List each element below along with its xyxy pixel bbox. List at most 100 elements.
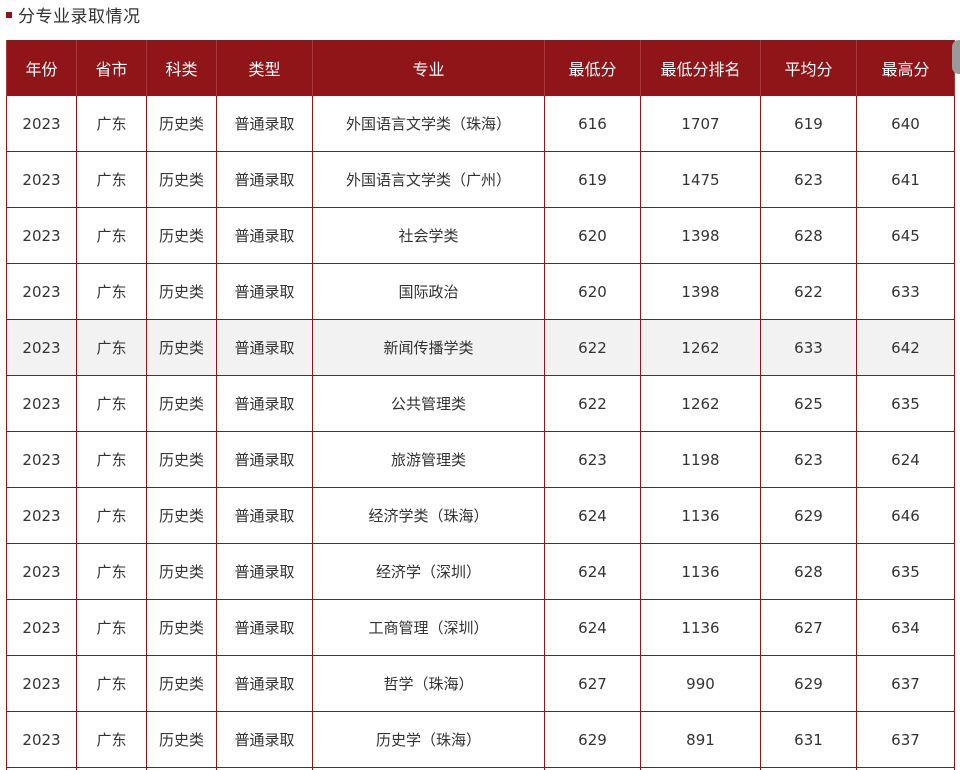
cell-min-score-rank: 1136 — [640, 543, 761, 600]
cell-subject-category: 历史类 — [146, 151, 217, 208]
header-max-score[interactable]: 最高分 — [856, 40, 955, 96]
cell-avg-score: 627 — [760, 599, 857, 656]
cell-subject-category: 历史类 — [146, 599, 217, 656]
header-major[interactable]: 专业 — [312, 40, 545, 96]
cell-subject-category: 历史类 — [146, 319, 217, 376]
cell-major: 工商管理（深圳） — [312, 599, 545, 656]
cell-subject-category: 历史类 — [146, 263, 217, 320]
cell-min-score-rank: 1136 — [640, 487, 761, 544]
cell-year: 2023 — [6, 207, 77, 264]
cell-admission-type: 普通录取 — [216, 151, 313, 208]
admission-table-container: 年份 省市 科类 类型 专业 最低分 最低分排名 平均分 最高分 2023 广东历… — [6, 40, 955, 770]
cell-avg-score: 628 — [760, 207, 857, 264]
cell-major: 新闻传播学类 — [312, 319, 545, 376]
title-marker-icon — [6, 12, 12, 18]
cell-province: 广东 — [76, 655, 147, 712]
cell-min-score: 622 — [544, 319, 641, 376]
table-row: 2023 广东 历史类 普通录取 外国语言文学类（珠海） 616 1707 619 640 — [6, 96, 955, 152]
table-row: 2023 广东 历史类 普通录取 国际政治 620 1398 622 633 — [6, 263, 955, 320]
cell-admission-type: 普通录取 — [216, 96, 313, 152]
scrollbar-handle[interactable] — [952, 40, 960, 74]
cell-province: 广东 — [76, 96, 147, 152]
cell-year: 2023 — [6, 151, 77, 208]
cell-admission-type: 普通录取 — [216, 431, 313, 488]
table-header-row: 年份 省市 科类 类型 专业 最低分 最低分排名 平均分 最高分 — [6, 40, 955, 96]
cell-province: 广东 — [76, 431, 147, 488]
cell-major: 哲学（珠海） — [312, 655, 545, 712]
cell-min-score: 629 — [544, 711, 641, 768]
cell-year: 2023 — [6, 431, 77, 488]
cell-year: 2023 — [6, 655, 77, 712]
cell-avg-score: 622 — [760, 263, 857, 320]
cell-admission-type: 普通录取 — [216, 319, 313, 376]
cell-province: 广东 — [76, 543, 147, 600]
cell-subject-category: 历史类 — [146, 375, 217, 432]
cell-avg-score: 623 — [760, 431, 857, 488]
cell-province: 广东 — [76, 151, 147, 208]
header-avg-score[interactable]: 平均分 — [760, 40, 857, 96]
cell-max-score: 641 — [856, 151, 955, 208]
cell-min-score-rank: 1262 — [640, 375, 761, 432]
cell-major: 外国语言文学类（珠海） — [312, 96, 545, 152]
header-min-score[interactable]: 最低分 — [544, 40, 641, 96]
cell-avg-score: 629 — [760, 655, 857, 712]
cell-admission-type: 普通录取 — [216, 599, 313, 656]
cell-admission-type: 普通录取 — [216, 375, 313, 432]
cell-avg-score: 619 — [760, 96, 857, 152]
cell-subject-category: 历史类 — [146, 487, 217, 544]
table-row: 2023 广东 历史类 普通录取 哲学（珠海） 627 990 629 637 — [6, 655, 955, 712]
cell-min-score: 624 — [544, 599, 641, 656]
cell-admission-type: 普通录取 — [216, 543, 313, 600]
cell-min-score-rank: 1398 — [640, 207, 761, 264]
cell-major: 国际政治 — [312, 263, 545, 320]
cell-max-score: 642 — [856, 319, 955, 376]
header-subject-category[interactable]: 科类 — [146, 40, 217, 96]
cell-avg-score: 623 — [760, 151, 857, 208]
cell-min-score: 619 — [544, 151, 641, 208]
cell-year: 2023 — [6, 711, 77, 768]
cell-min-score-rank: 1262 — [640, 319, 761, 376]
cell-avg-score: 625 — [760, 375, 857, 432]
cell-min-score: 620 — [544, 207, 641, 264]
header-admission-type[interactable]: 类型 — [216, 40, 313, 96]
header-province[interactable]: 省市 — [76, 40, 147, 96]
cell-min-score: 616 — [544, 96, 641, 152]
cell-province: 广东 — [76, 319, 147, 376]
cell-province: 广东 — [76, 207, 147, 264]
cell-max-score: 634 — [856, 599, 955, 656]
cell-major: 外国语言文学类（广州） — [312, 151, 545, 208]
admission-table: 年份 省市 科类 类型 专业 最低分 最低分排名 平均分 最高分 2023 广东历… — [6, 40, 955, 770]
table-row: 2023 广东 历史类 普通录取 社会学类 620 1398 628 645 — [6, 207, 955, 264]
cell-max-score: 633 — [856, 263, 955, 320]
cell-min-score-rank: 1707 — [640, 96, 761, 152]
cell-major: 历史学（珠海） — [312, 711, 545, 768]
cell-min-score-rank: 1198 — [640, 431, 761, 488]
table-row: 2023 广东 历史类 普通录取 经济学类（珠海） 624 1136 629 646 — [6, 487, 955, 544]
cell-major: 旅游管理类 — [312, 431, 545, 488]
table-body: 2023 广东 历史类 普通录取 外国语言文学类（珠海） 616 1707 619 640 202… — [6, 96, 955, 770]
cell-year: 2023 — [6, 319, 77, 376]
cell-max-score: 637 — [856, 711, 955, 768]
cell-year: 2023 — [6, 599, 77, 656]
cell-min-score-rank: 1475 — [640, 151, 761, 208]
cell-subject-category: 历史类 — [146, 543, 217, 600]
header-min-score-rank[interactable]: 最低分排名 — [640, 40, 761, 96]
cell-max-score: 637 — [856, 655, 955, 712]
header-year[interactable]: 年份 — [6, 40, 77, 96]
cell-min-score: 623 — [544, 431, 641, 488]
cell-min-score-rank: 891 — [640, 711, 761, 768]
cell-avg-score: 631 — [760, 711, 857, 768]
cell-min-score: 627 — [544, 655, 641, 712]
cell-min-score: 620 — [544, 263, 641, 320]
cell-max-score: 640 — [856, 96, 955, 152]
cell-avg-score: 629 — [760, 487, 857, 544]
cell-min-score-rank: 1136 — [640, 599, 761, 656]
cell-admission-type: 普通录取 — [216, 655, 313, 712]
cell-min-score: 624 — [544, 487, 641, 544]
cell-province: 广东 — [76, 599, 147, 656]
cell-province: 广东 — [76, 263, 147, 320]
cell-max-score: 646 — [856, 487, 955, 544]
cell-subject-category: 历史类 — [146, 655, 217, 712]
table-row: 2023 广东 历史类 普通录取 工商管理（深圳） 624 1136 627 634 — [6, 599, 955, 656]
cell-subject-category: 历史类 — [146, 96, 217, 152]
